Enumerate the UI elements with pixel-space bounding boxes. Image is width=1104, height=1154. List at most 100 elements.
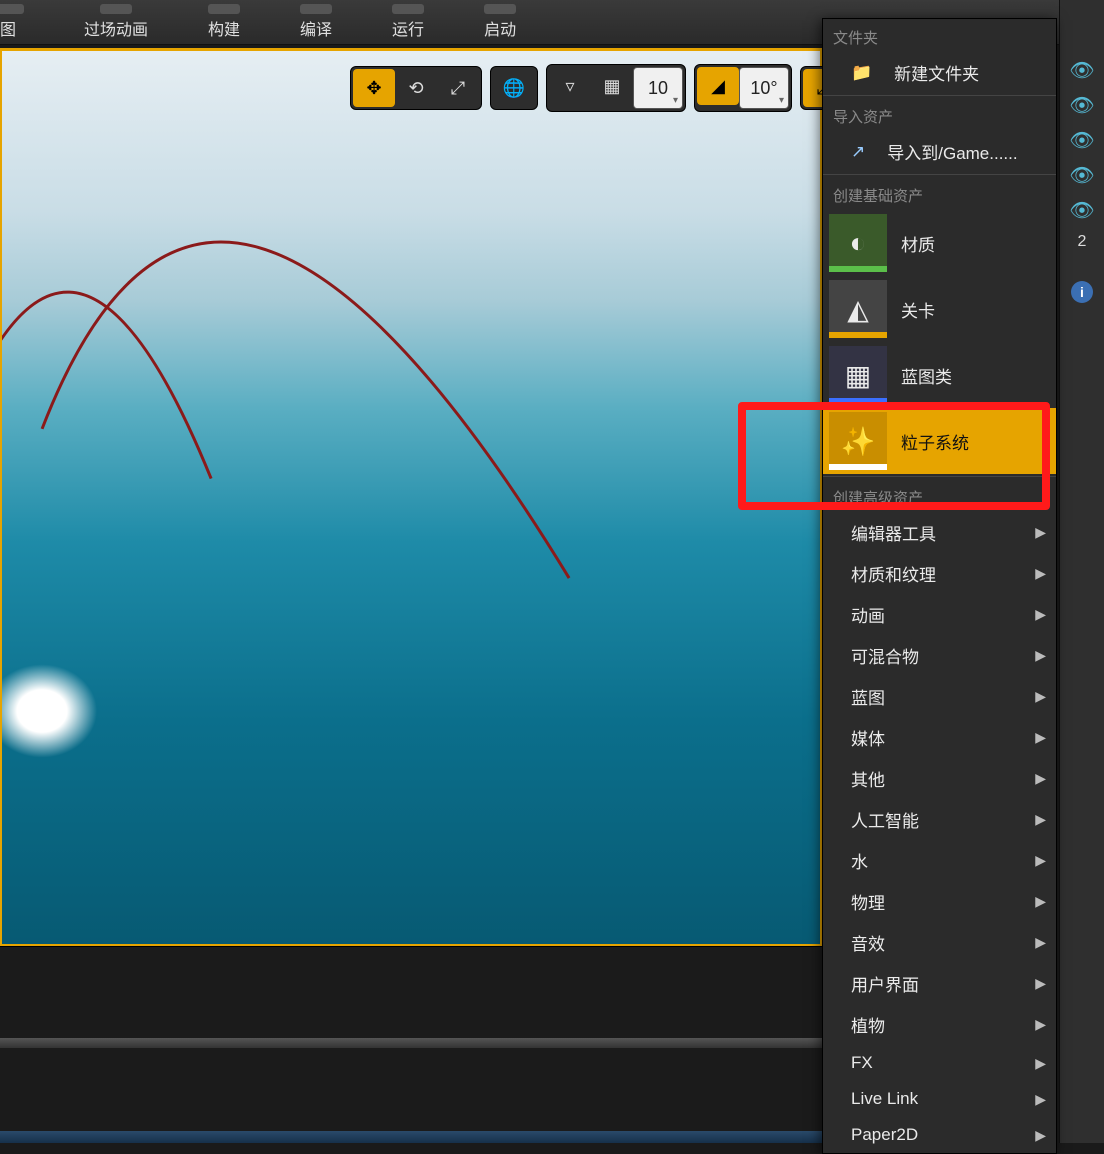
angle-icon: ◢ xyxy=(711,76,725,97)
visibility-eye-icon[interactable]: 👁 xyxy=(1069,58,1094,83)
content-browser-context-menu: 文件夹 📁 新建文件夹 导入资产 ↗ 导入到/Game...... 创建基础资产… xyxy=(822,18,1057,1154)
chevron-right-icon: ▶ xyxy=(1035,934,1046,951)
menu-label: 用户界面 xyxy=(851,971,919,996)
chevron-right-icon: ▶ xyxy=(1035,1055,1046,1072)
grid-snap-button[interactable]: ▦ xyxy=(591,67,633,105)
toolbar-label: 运行 xyxy=(392,16,424,40)
menu-label: 材质和纹理 xyxy=(851,561,936,586)
toolbar-btn-run[interactable]: 运行 xyxy=(392,4,424,44)
particle-icon: ✨ xyxy=(829,412,887,470)
menu-adv-其他[interactable]: 其他 ▶ xyxy=(823,758,1056,799)
menu-adv-人工智能[interactable]: 人工智能 ▶ xyxy=(823,799,1056,840)
info-icon[interactable]: i xyxy=(1071,281,1093,303)
bottom-footer-bar xyxy=(0,1131,822,1143)
visibility-eye-icon[interactable]: 👁 xyxy=(1069,93,1094,118)
surface-snap-button[interactable]: ▿ xyxy=(549,67,591,105)
scale-tool-button[interactable]: ⤢ xyxy=(437,69,479,107)
level-viewport[interactable] xyxy=(0,48,822,946)
menu-separator xyxy=(823,95,1056,96)
globe-icon: 🌐 xyxy=(503,78,525,99)
menu-create-particle-system[interactable]: ✨ 粒子系统 xyxy=(823,408,1056,474)
toolbar-btn-build[interactable]: 构建 xyxy=(208,4,240,44)
menu-label: 其他 xyxy=(851,766,885,791)
menu-label: 音效 xyxy=(851,930,885,955)
coord-space-group: 🌐 xyxy=(490,66,538,110)
menu-adv-媒体[interactable]: 媒体 ▶ xyxy=(823,717,1056,758)
rotate-icon: ⟲ xyxy=(408,78,423,99)
rotate-tool-button[interactable]: ⟲ xyxy=(395,69,437,107)
blueprint-icon: ▦ xyxy=(829,346,887,404)
chevron-right-icon: ▶ xyxy=(1035,770,1046,787)
section-import-title: 导入资产 xyxy=(823,98,1056,131)
menu-create-blueprint[interactable]: ▦ 蓝图类 xyxy=(823,342,1056,408)
graph-icon xyxy=(0,4,24,14)
menu-adv-Live Link[interactable]: Live Link ▶ xyxy=(823,1081,1056,1117)
menu-adv-物理[interactable]: 物理▶ xyxy=(823,881,1056,922)
chevron-right-icon: ▶ xyxy=(1035,606,1046,623)
menu-label: 水 xyxy=(851,848,868,873)
menu-adv-用户界面[interactable]: 用户界面▶ xyxy=(823,963,1056,1004)
angle-snap-dropdown[interactable]: 10° xyxy=(739,67,789,109)
angle-snap-value: 10° xyxy=(750,78,777,99)
chevron-right-icon: ▶ xyxy=(1035,811,1046,828)
menu-label: 粒子系统 xyxy=(901,429,969,454)
material-icon: ◐ xyxy=(829,214,887,272)
menu-adv-动画[interactable]: 动画 ▶ xyxy=(823,594,1056,635)
menu-label: 材质 xyxy=(901,231,935,256)
toolbar-btn-graph[interactable]: 图 xyxy=(0,4,24,44)
menu-label: Live Link xyxy=(851,1089,918,1109)
menu-adv-Paper2D[interactable]: Paper2D ▶ xyxy=(823,1117,1056,1153)
menu-adv-可混合物[interactable]: 可混合物▶ xyxy=(823,635,1056,676)
launch-icon xyxy=(484,4,516,14)
visibility-eye-icon[interactable]: 👁 xyxy=(1069,128,1094,153)
menu-create-material[interactable]: ◐ 材质 xyxy=(823,210,1056,276)
menu-label: FX xyxy=(851,1053,873,1073)
viewport-scene xyxy=(2,51,820,944)
visibility-eye-icon[interactable]: 👁 xyxy=(1069,163,1094,188)
outliner-count: 2 xyxy=(1078,233,1087,251)
grid-icon: ▦ xyxy=(603,76,620,97)
menu-adv-FX[interactable]: FX ▶ xyxy=(823,1045,1056,1081)
menu-adv-植物[interactable]: 植物▶ xyxy=(823,1004,1056,1045)
chevron-right-icon: ▶ xyxy=(1035,1091,1046,1108)
matinee-icon xyxy=(100,4,132,14)
scale-icon: ⤢ xyxy=(451,78,465,99)
toolbar-label: 图 xyxy=(0,16,16,40)
menu-adv-音效[interactable]: 音效 ▶ xyxy=(823,922,1056,963)
menu-new-folder[interactable]: 📁 新建文件夹 xyxy=(823,52,1056,93)
menu-adv-材质和纹理[interactable]: 材质和纹理▶ xyxy=(823,553,1056,594)
grid-size-dropdown[interactable]: 10 xyxy=(633,67,683,109)
transform-mode-group: ✥ ⟲ ⤢ xyxy=(350,66,482,110)
menu-create-level[interactable]: ◭ 关卡 xyxy=(823,276,1056,342)
angle-snap-button[interactable]: ◢ xyxy=(697,67,739,105)
toolbar-label: 过场动画 xyxy=(84,16,148,40)
toolbar-btn-compile[interactable]: 编译 xyxy=(300,4,332,44)
chevron-right-icon: ▶ xyxy=(1035,729,1046,746)
chevron-right-icon: ▶ xyxy=(1035,852,1046,869)
menu-label: 新建文件夹 xyxy=(894,60,979,85)
viewport-controls: ✥ ⟲ ⤢ 🌐 ▿ ▦ 10 ◢ 10° ⤢ xyxy=(350,64,848,112)
chevron-right-icon: ▶ xyxy=(1035,1127,1046,1144)
menu-label: 导入到/Game...... xyxy=(887,139,1017,164)
section-basic-title: 创建基础资产 xyxy=(823,177,1056,210)
visibility-eye-icon[interactable]: 👁 xyxy=(1069,198,1094,223)
menu-adv-编辑器工具[interactable]: 编辑器工具▶ xyxy=(823,512,1056,553)
move-tool-button[interactable]: ✥ xyxy=(353,69,395,107)
level-icon: ◭ xyxy=(829,280,887,338)
toolbar-label: 启动 xyxy=(484,16,516,40)
menu-label: Paper2D xyxy=(851,1125,918,1145)
menu-adv-蓝图[interactable]: 蓝图▶ xyxy=(823,676,1056,717)
menu-label: 关卡 xyxy=(901,297,935,322)
toolbar-btn-launch[interactable]: 启动 xyxy=(484,4,516,44)
menu-label: 媒体 xyxy=(851,725,885,750)
menu-label: 动画 xyxy=(851,602,885,627)
menu-label: 人工智能 xyxy=(851,807,919,832)
build-icon xyxy=(208,4,240,14)
menu-label: 蓝图 xyxy=(851,684,885,709)
run-icon xyxy=(392,4,424,14)
menu-adv-水[interactable]: 水▶ xyxy=(823,840,1056,881)
toolbar-btn-matinee[interactable]: 过场动画 xyxy=(84,4,148,44)
menu-import-to[interactable]: ↗ 导入到/Game...... xyxy=(823,131,1056,172)
world-space-button[interactable]: 🌐 xyxy=(493,69,535,107)
compile-icon xyxy=(300,4,332,14)
